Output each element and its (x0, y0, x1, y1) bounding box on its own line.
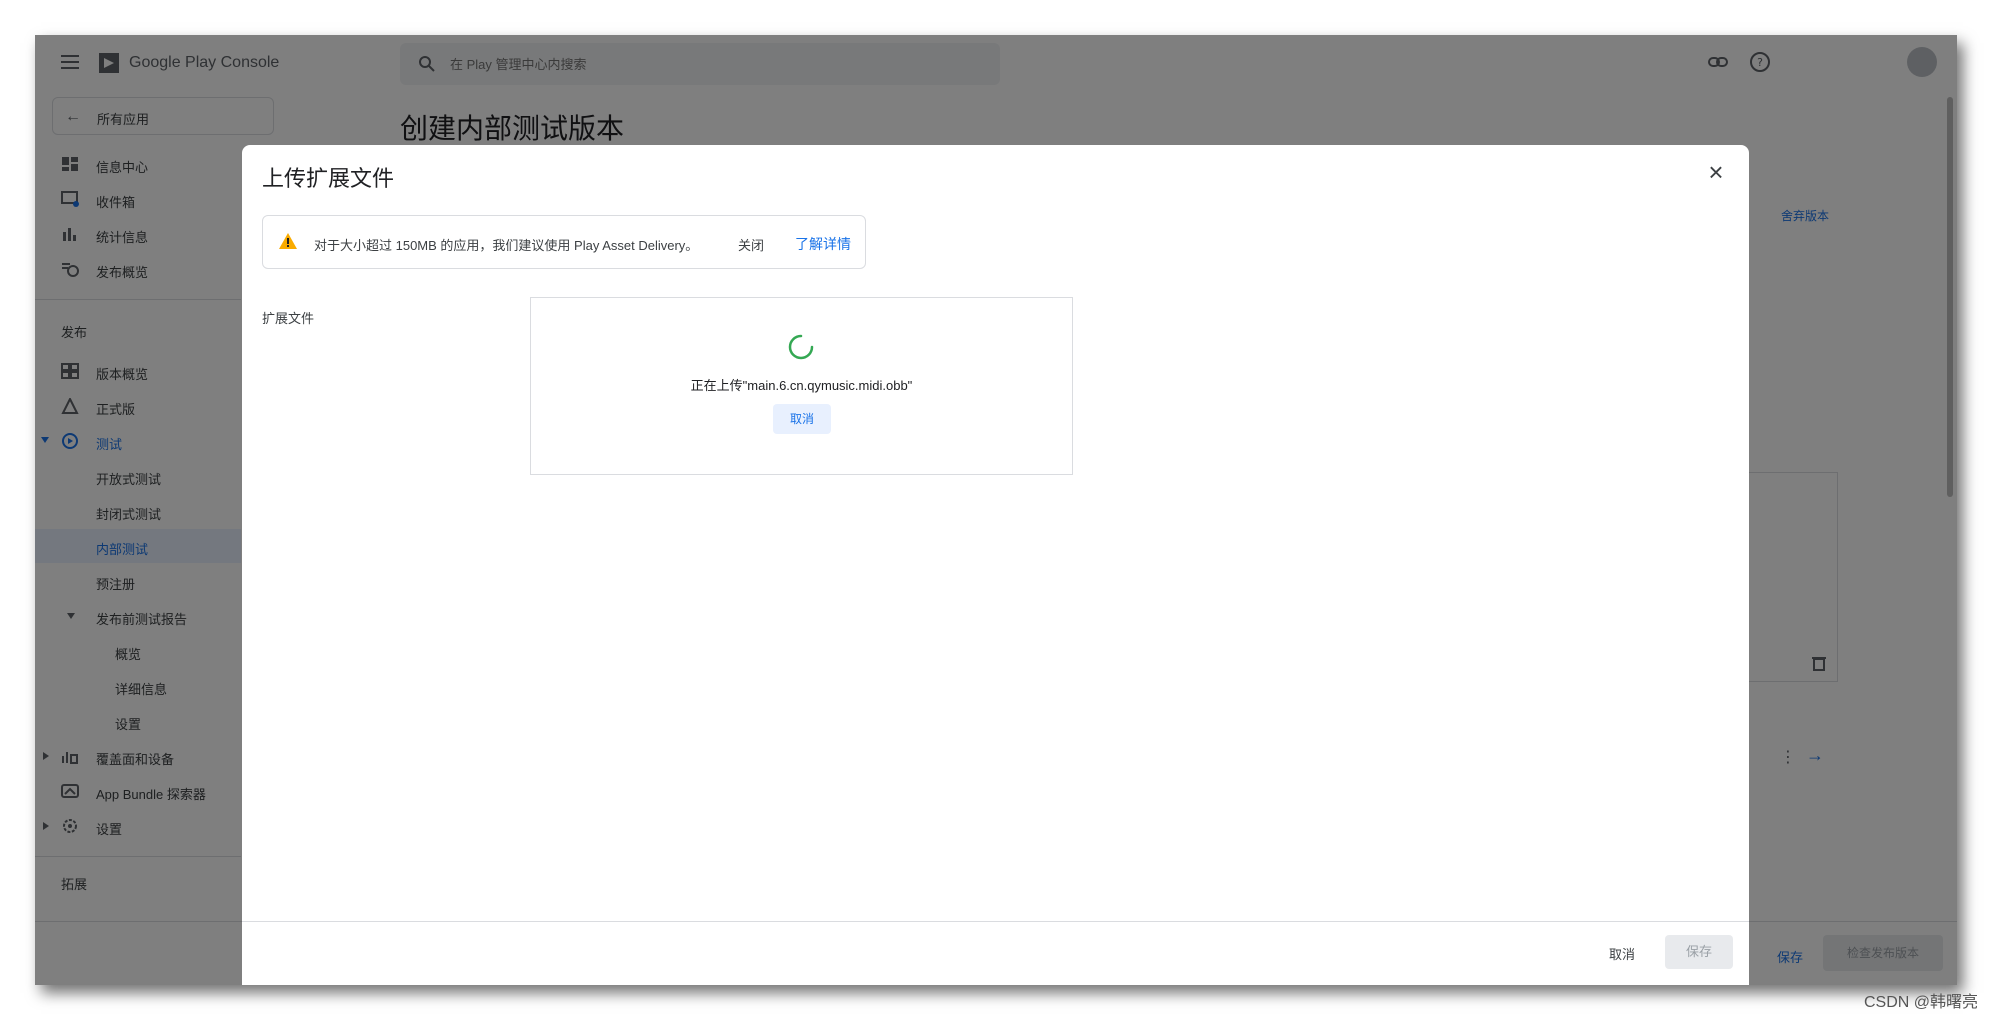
dialog-title: 上传扩展文件 (262, 166, 395, 191)
dialog-footer: 取消 保存 (242, 921, 1749, 985)
upload-drop-zone: 正在上传"main.6.cn.qymusic.midi.obb" 取消 (530, 297, 1073, 475)
upload-expansion-file-dialog: 上传扩展文件 × 对于大小超过 150MB 的应用，我们建议使用 Play As… (242, 145, 1749, 985)
warning-icon (279, 233, 297, 249)
dialog-cancel-button[interactable]: 取消 (1609, 944, 1635, 963)
dialog-save-button[interactable]: 保存 (1665, 935, 1733, 969)
asset-delivery-alert: 对于大小超过 150MB 的应用，我们建议使用 Play Asset Deliv… (262, 215, 866, 269)
learn-more-link[interactable]: 了解详情 (795, 234, 851, 254)
upload-status-text: 正在上传"main.6.cn.qymusic.midi.obb" (690, 378, 913, 393)
alert-message: 对于大小超过 150MB 的应用，我们建议使用 Play Asset Deliv… (314, 238, 699, 253)
alert-dismiss-button[interactable]: 关闭 (738, 235, 764, 254)
loading-spinner-icon (788, 334, 814, 360)
cancel-upload-button[interactable]: 取消 (773, 404, 831, 434)
expansion-file-label: 扩展文件 (262, 311, 315, 326)
close-icon[interactable]: × (1703, 159, 1729, 185)
page-scrollbar[interactable] (1947, 97, 1953, 497)
play-console-window: Google Play Console ? ← 所有应用 信息中心 (35, 35, 1957, 985)
watermark: CSDN @韩曙亮 (1863, 994, 1978, 1011)
